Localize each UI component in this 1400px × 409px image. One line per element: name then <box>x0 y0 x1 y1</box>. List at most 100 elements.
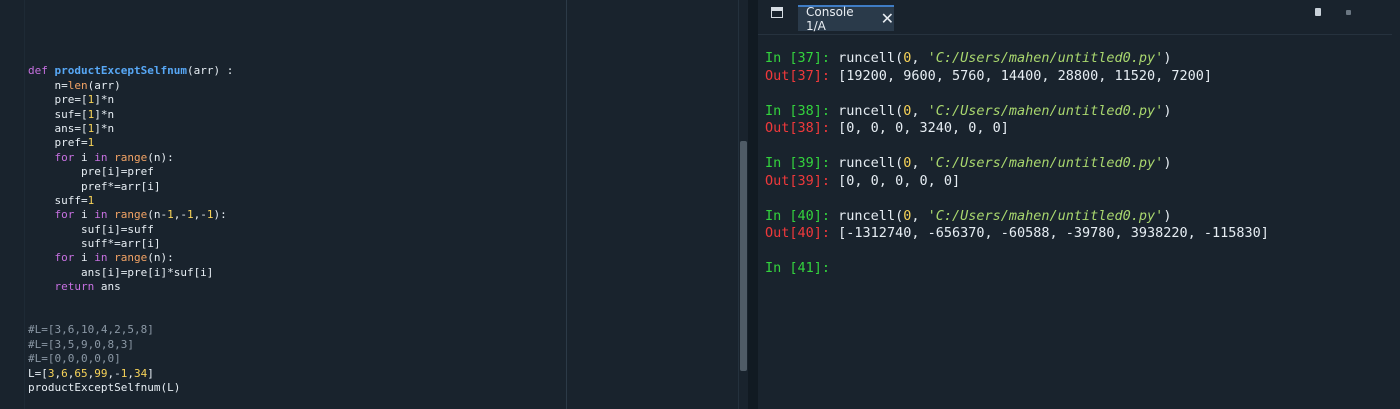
code-token: L=[ <box>28 366 48 380</box>
code-token: ,- <box>107 366 121 380</box>
call-close: ) <box>1163 155 1172 171</box>
code-token: 1 <box>206 208 214 222</box>
code-token: ]*n <box>94 93 115 107</box>
code-token: productExceptSelfnum <box>54 64 187 78</box>
code-line: n=len(arr) <box>28 79 233 93</box>
code-token: #L=[3,6,10,4,2,5,8] <box>28 323 154 337</box>
code-line: pre=[1]*n <box>28 93 233 107</box>
options-icon[interactable] <box>1346 10 1351 15</box>
call-close: ) <box>1163 50 1172 66</box>
code-token: pref*=arr[i] <box>28 179 161 193</box>
code-token: 65 <box>74 366 88 380</box>
code-token: (n): <box>147 150 174 164</box>
editor-gutter <box>0 0 25 409</box>
code-token: #L=[0,0,0,0,0] <box>28 352 121 366</box>
call-text: runcell( <box>838 50 904 66</box>
code-token: 99 <box>94 366 108 380</box>
code-token: (n- <box>147 208 168 222</box>
code-token: for <box>54 150 75 164</box>
code-token: n= <box>28 78 68 92</box>
output-line: Out[40]: [-1312740, -656370, -60588, -39… <box>765 225 1269 243</box>
out-prompt: Out[38]: <box>765 120 831 136</box>
input-line: In [37]: runcell(0, 'C:/Users/mahen/unti… <box>765 50 1269 68</box>
code-line: productExceptSelfnum(L) <box>28 381 233 395</box>
call-sep: , <box>911 102 928 119</box>
code-token: i <box>74 150 95 164</box>
code-line: suf[i]=suff <box>28 223 233 237</box>
in-prompt: In [41]: <box>765 260 831 276</box>
call-close: ) <box>1163 207 1172 224</box>
code-token: i <box>74 208 95 222</box>
code-token: 6 <box>61 366 68 380</box>
code-token: , <box>127 366 134 380</box>
ipython-console[interactable]: Console 1/A ✕ In [37]: runcell(0, 'C:/Us… <box>758 0 1400 409</box>
input-line: In [38]: runcell(0, 'C:/Users/mahen/unti… <box>765 103 1269 121</box>
code-line: pref=1 <box>28 136 233 150</box>
console-tab-bar: Console 1/A ✕ <box>758 0 1400 35</box>
pane-icon[interactable] <box>771 7 783 18</box>
out-value: [0, 0, 0, 0, 0] <box>838 172 961 189</box>
close-icon[interactable]: ✕ <box>881 11 894 27</box>
code-token: in <box>94 251 108 265</box>
code-line: suff*=arr[i] <box>28 237 233 251</box>
output-line: Out[38]: [0, 0, 0, 3240, 0, 0] <box>765 120 1269 138</box>
out-value: [0, 0, 0, 3240, 0, 0] <box>838 120 1009 136</box>
output-line: Out[39]: [0, 0, 0, 0, 0] <box>765 173 1269 191</box>
tab-console-1a[interactable]: Console 1/A ✕ <box>798 5 894 33</box>
code-token: 1 <box>167 208 174 222</box>
code-token: for <box>54 208 75 222</box>
code-editor[interactable]: def productExceptSelfnum(arr) : n=len(ar… <box>0 0 749 409</box>
output-line: Out[37]: [19200, 9600, 5760, 14400, 2880… <box>765 68 1269 86</box>
input-line: In [39]: runcell(0, 'C:/Users/mahen/unti… <box>765 155 1269 173</box>
code-token: ans <box>94 280 121 294</box>
edge-line <box>566 0 567 409</box>
code-token: 1 <box>187 208 194 222</box>
call-text: runcell( <box>838 207 904 224</box>
call-sep: , <box>911 50 928 66</box>
call-arg-path: 'C:/Users/mahen/untitled0.py' <box>927 207 1164 224</box>
pane-splitter[interactable] <box>748 0 758 409</box>
code-token: suf=[ <box>28 107 88 121</box>
tab-label: Console 1/A <box>806 5 854 33</box>
code-token: range <box>114 150 148 164</box>
code-token: range <box>114 208 148 222</box>
editor-scrollbar-thumb[interactable] <box>740 141 747 371</box>
code-line: ans=[1]*n <box>28 122 233 136</box>
code-line: suff=1 <box>28 194 233 208</box>
code-token: ,- <box>173 208 187 222</box>
code-token: #L=[3,5,9,0,8,3] <box>28 337 134 351</box>
out-value: [19200, 9600, 5760, 14400, 28800, 11520,… <box>838 67 1213 84</box>
options-icon[interactable] <box>1315 8 1321 16</box>
code-token: ,- <box>193 208 207 222</box>
console-output[interactable]: In [37]: runcell(0, 'C:/Users/mahen/unti… <box>765 50 1269 278</box>
code-token: ]*n <box>94 121 115 135</box>
call-arg-path: 'C:/Users/mahen/untitled0.py' <box>927 102 1164 119</box>
code-line: #L=[0,0,0,0,0] <box>28 352 233 366</box>
code-token: 34 <box>134 366 148 380</box>
call-arg-path: 'C:/Users/mahen/untitled0.py' <box>927 155 1164 171</box>
code-area[interactable]: def productExceptSelfnum(arr) : n=len(ar… <box>28 50 233 395</box>
code-token: ]*n <box>94 107 115 121</box>
current-prompt-line[interactable]: In [41]: <box>765 260 1269 278</box>
code-token: ): <box>213 208 227 222</box>
code-token: 3 <box>47 366 55 380</box>
code-token: 1 <box>87 136 95 150</box>
code-line: pref*=arr[i] <box>28 180 233 194</box>
out-prompt: Out[37]: <box>765 67 831 84</box>
call-text: runcell( <box>838 155 904 171</box>
code-token: range <box>114 251 148 265</box>
call-sep: , <box>911 155 928 171</box>
code-token: ] <box>147 366 154 380</box>
call-arg-path: 'C:/Users/mahen/untitled0.py' <box>927 50 1164 66</box>
code-line: for i in range(n): <box>28 151 233 165</box>
console-scrollbar[interactable] <box>1392 34 1400 409</box>
code-token: (n): <box>147 251 174 265</box>
